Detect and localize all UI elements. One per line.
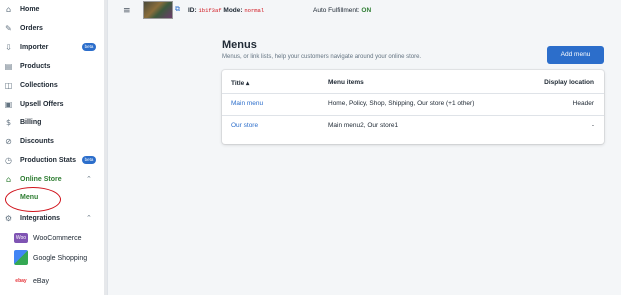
sidebar-item-production-stats[interactable]: ◷ Production Stats beta: [0, 151, 104, 169]
menu-title-link[interactable]: Main menu: [231, 100, 263, 107]
sidebar-item-collections[interactable]: ◫ Collections: [0, 76, 104, 94]
google-shopping-icon: [14, 250, 28, 265]
beta-badge: beta: [82, 156, 96, 164]
sidebar-item-label: Billing: [20, 118, 42, 126]
importer-icon: ⇩: [5, 42, 12, 52]
divider: [222, 93, 604, 94]
sidebar-item-label: eBay: [33, 277, 49, 285]
orders-icon: ✎: [5, 23, 12, 33]
sidebar-item-home[interactable]: ⌂ Home: [0, 0, 104, 18]
column-header-display-location: Display location: [544, 79, 594, 86]
sidebar-item-orders[interactable]: ✎ Orders: [0, 19, 104, 37]
sidebar-item-upsell[interactable]: ▣ Upsell Offers: [0, 95, 104, 113]
menu-title-link[interactable]: Our store: [231, 122, 258, 129]
beta-badge: beta: [82, 43, 96, 51]
hamburger-menu-icon[interactable]: ≡: [123, 6, 131, 16]
menu-items-cell: Main menu2, Our store1: [328, 122, 399, 129]
integrations-icon: ⚙: [4, 213, 13, 223]
sidebar-item-label: Integrations: [20, 214, 61, 222]
upsell-icon: ▣: [4, 99, 13, 109]
woocommerce-icon: Woo: [14, 233, 28, 243]
chevron-up-icon[interactable]: ⌃: [86, 175, 92, 183]
collections-icon: ◫: [4, 80, 13, 90]
sidebar-item-products[interactable]: ▤ Products: [0, 57, 104, 75]
sidebar-item-online-store[interactable]: ⌂ Online Store ⌃: [0, 170, 104, 188]
top-bar: ≡ ⧉ ID: 1b1f3af Mode: normal Auto Fulfil…: [108, 0, 621, 22]
sidebar-item-label: Collections: [20, 81, 58, 89]
home-icon: ⌂: [5, 4, 12, 14]
sidebar-item-label: Google Shopping: [33, 254, 88, 262]
store-thumbnail[interactable]: [143, 1, 173, 19]
stats-icon: ◷: [5, 155, 12, 165]
auto-fulfillment: Auto Fulfillment: ON: [313, 7, 371, 14]
sidebar-item-google-shopping[interactable]: Google Shopping: [0, 249, 104, 267]
sidebar-item-integrations[interactable]: ⚙ Integrations ⌃: [0, 209, 104, 227]
store-icon: ⌂: [5, 174, 12, 184]
mode-label: Mode:: [223, 7, 243, 14]
add-menu-button[interactable]: Add menu: [547, 46, 604, 64]
id-label: ID:: [188, 7, 197, 14]
sidebar-item-label: Upsell Offers: [20, 100, 64, 108]
display-location-cell: -: [591, 122, 594, 129]
column-header-menu-items: Menu items: [328, 79, 364, 86]
column-header-title[interactable]: Title ▴: [231, 79, 249, 87]
page-title: Menus: [222, 39, 257, 51]
auto-fulfillment-label: Auto Fulfillment:: [313, 7, 360, 14]
sidebar-item-label: Home: [20, 5, 40, 13]
page-subtitle: Menus, or link lists, help your customer…: [222, 54, 422, 60]
sidebar-item-woocommerce[interactable]: Woo WooCommerce: [0, 229, 104, 247]
chevron-up-icon[interactable]: ⌃: [86, 214, 92, 222]
sidebar-item-label: WooCommerce: [33, 234, 82, 242]
billing-icon: $: [5, 117, 12, 127]
ebay-icon: ebay: [14, 276, 28, 286]
sidebar-item-label: Production Stats: [20, 156, 77, 164]
sidebar-item-label: Online Store: [20, 175, 62, 183]
menus-table: Title ▴ Menu items Display location Main…: [222, 70, 604, 144]
sidebar-item-billing[interactable]: $ Billing: [0, 113, 104, 131]
discounts-icon: ⊘: [5, 136, 12, 146]
external-link-icon[interactable]: ⧉: [175, 5, 180, 14]
auto-fulfillment-value: ON: [361, 7, 372, 14]
products-icon: ▤: [4, 61, 13, 71]
store-id: ID: 1b1f3af Mode: normal: [188, 7, 264, 14]
sidebar-item-label: Importer: [20, 43, 49, 51]
sidebar-item-label: Orders: [20, 24, 43, 32]
sidebar-item-importer[interactable]: ⇩ Importer beta: [0, 38, 104, 56]
sidebar-item-discounts[interactable]: ⊘ Discounts: [0, 132, 104, 150]
sidebar-scrollbar[interactable]: [104, 0, 107, 295]
divider: [222, 115, 604, 116]
sidebar-item-label: Discounts: [20, 137, 54, 145]
mode-value: normal: [244, 7, 265, 14]
display-location-cell: Header: [572, 100, 594, 107]
sidebar-item-ebay[interactable]: ebay eBay: [0, 272, 104, 290]
menu-items-cell: Home, Policy, Shop, Shipping, Our store …: [328, 100, 475, 107]
sidebar: ⌂ Home ✎ Orders ⇩ Importer beta ▤ Produc…: [0, 0, 108, 295]
id-value: 1b1f3af: [198, 7, 222, 14]
sidebar-item-label: Products: [20, 62, 51, 70]
